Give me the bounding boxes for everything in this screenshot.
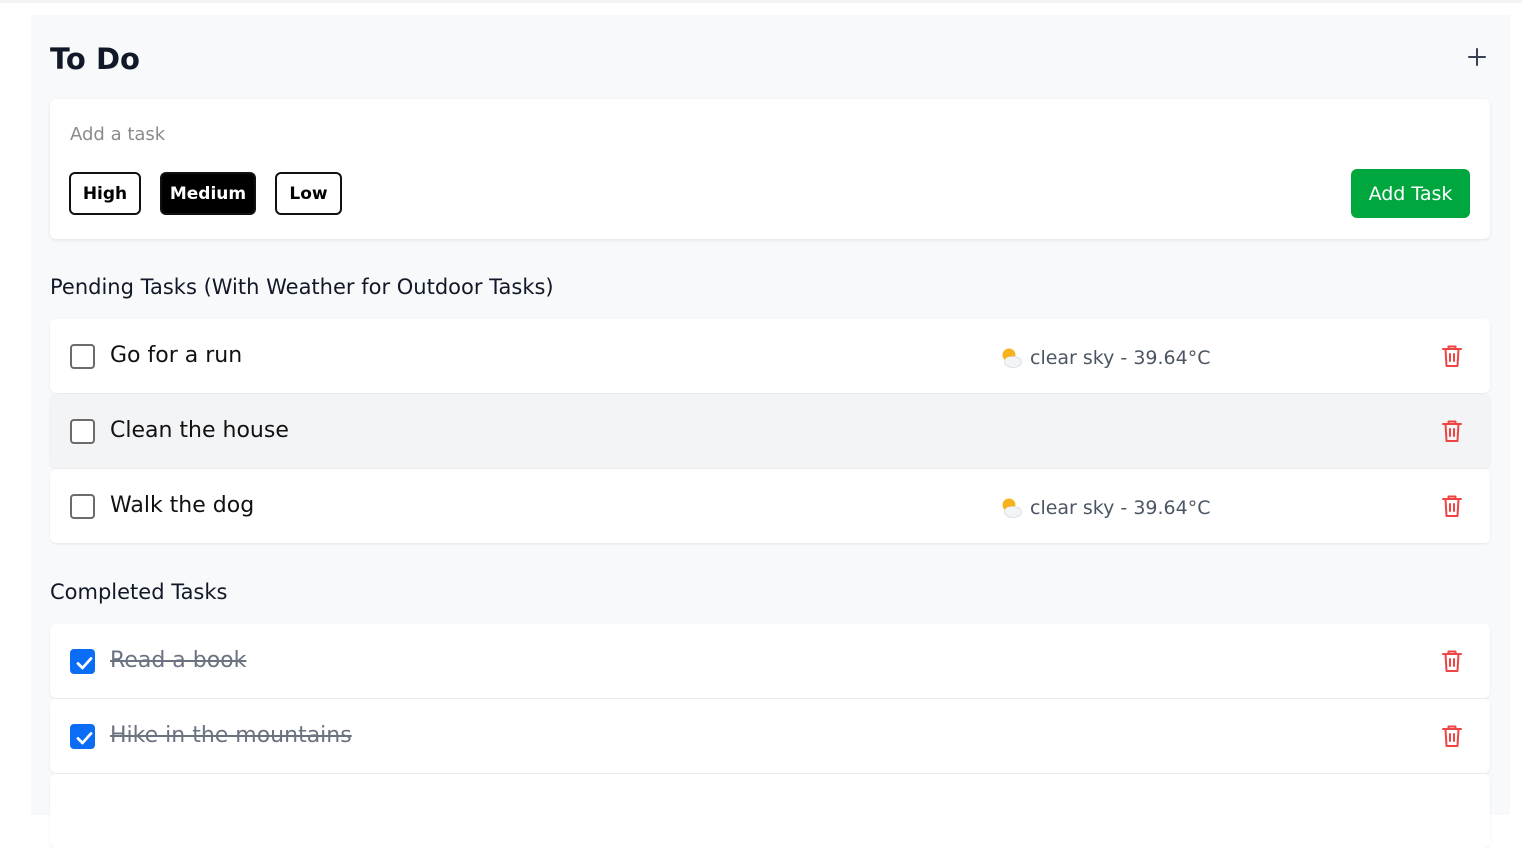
delete-task-button[interactable] — [1440, 648, 1464, 674]
task-checkbox-checked[interactable] — [70, 724, 95, 749]
task-text: Walk the dog — [110, 493, 255, 518]
completed-tasks-heading: Completed Tasks — [50, 580, 228, 604]
top-divider — [0, 0, 1522, 3]
task-text: Hike in the mountains — [110, 723, 352, 748]
weather-text: clear sky - 39.64°C — [1030, 497, 1211, 519]
delete-task-button[interactable] — [1440, 723, 1464, 749]
trash-icon — [1442, 345, 1462, 367]
task-checkbox[interactable] — [70, 419, 95, 444]
delete-task-button[interactable] — [1440, 343, 1464, 369]
task-input[interactable] — [70, 119, 1070, 149]
delete-task-button[interactable] — [1440, 418, 1464, 444]
priority-high-button[interactable]: High — [69, 172, 141, 215]
header: To Do — [50, 41, 1491, 81]
weather-text: clear sky - 39.64°C — [1030, 347, 1211, 369]
add-task-button[interactable]: Add Task — [1351, 169, 1470, 218]
trash-icon — [1442, 650, 1462, 672]
task-text: Read a book — [110, 648, 247, 673]
pending-task-row: Clean the house — [50, 394, 1490, 468]
completed-task-row: Read a book — [50, 624, 1490, 698]
sun-behind-cloud-icon — [1002, 498, 1022, 518]
completed-task-row: Hike in the mountains — [50, 699, 1490, 773]
trash-icon — [1442, 420, 1462, 442]
new-task-card: High Medium Low Add Task — [50, 99, 1490, 239]
task-text: Go for a run — [110, 343, 243, 368]
pending-task-row: Walk the dog clear sky - 39.64°C — [50, 469, 1490, 543]
page-title: To Do — [50, 42, 140, 76]
priority-medium-button[interactable]: Medium — [160, 172, 256, 215]
task-text: Clean the house — [110, 418, 289, 443]
sun-behind-cloud-icon — [1002, 348, 1022, 368]
todo-panel: To Do High Medium Low Add Task Pending T… — [31, 15, 1510, 848]
task-checkbox-checked[interactable] — [70, 649, 95, 674]
trash-icon — [1442, 495, 1462, 517]
add-list-button[interactable] — [1463, 42, 1491, 72]
pending-task-row: Go for a run clear sky - 39.64°C — [50, 319, 1490, 393]
task-checkbox[interactable] — [70, 494, 95, 519]
completed-task-row — [50, 774, 1490, 848]
trash-icon — [1442, 725, 1462, 747]
checkmark-icon — [76, 657, 93, 670]
priority-low-button[interactable]: Low — [275, 172, 342, 215]
checkmark-icon — [76, 732, 93, 745]
pending-tasks-heading: Pending Tasks (With Weather for Outdoor … — [50, 275, 554, 299]
delete-task-button[interactable] — [1440, 493, 1464, 519]
plus-icon — [1468, 48, 1486, 66]
task-checkbox[interactable] — [70, 344, 95, 369]
